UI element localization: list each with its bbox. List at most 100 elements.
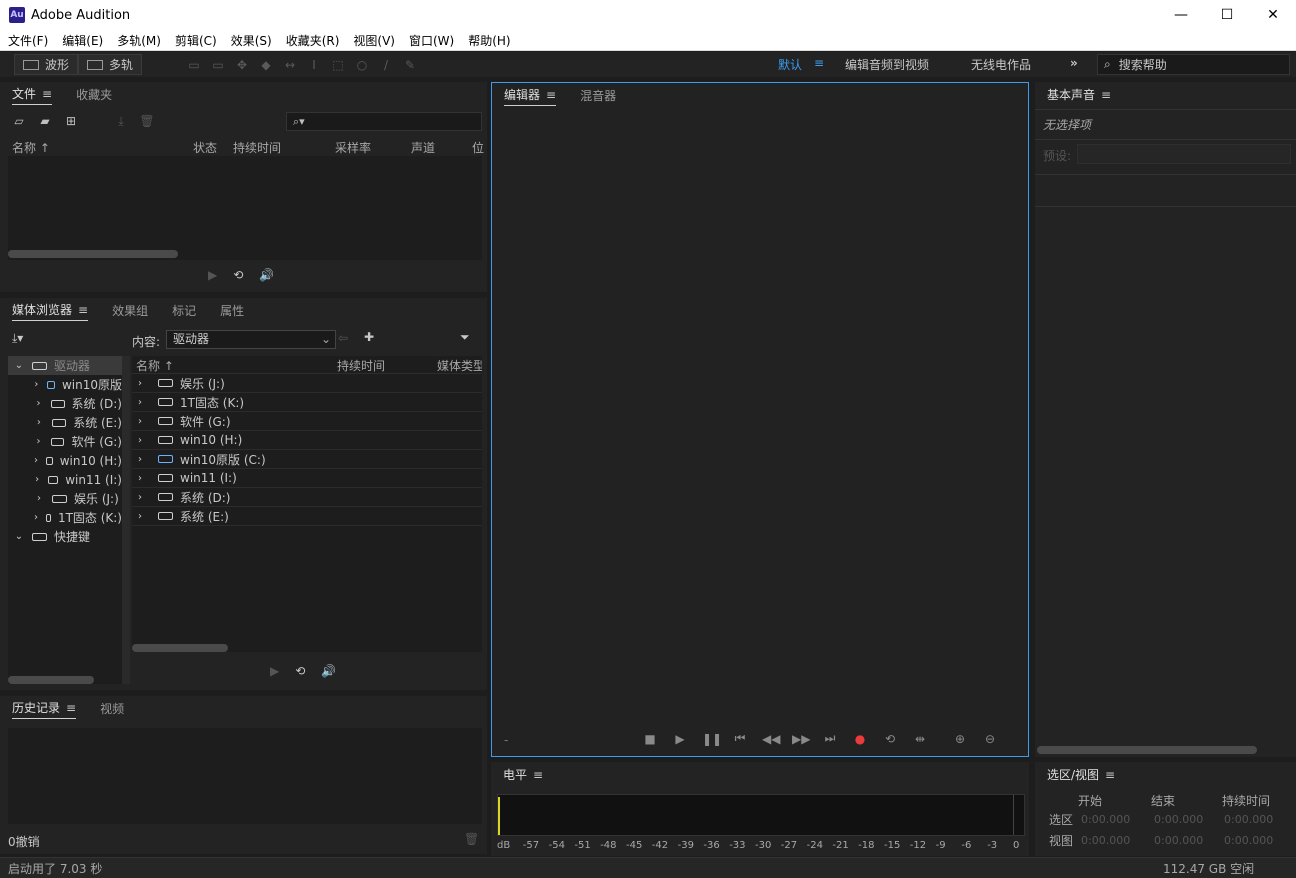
chevron-right-icon[interactable]: › xyxy=(34,455,38,466)
column-channels[interactable]: 声道 xyxy=(411,139,435,156)
close-button[interactable]: ✕ xyxy=(1250,0,1296,30)
tree-item[interactable]: › win10原版 xyxy=(8,375,122,394)
menu-edit[interactable]: 编辑(E) xyxy=(62,32,103,49)
open-file-icon[interactable]: ▱ xyxy=(10,114,28,128)
tree-scrollbar[interactable] xyxy=(8,676,94,684)
drive-tree[interactable]: ⌄ 驱动器 › win10原版 › 系统 (D:) › 系统 (E:) › 软件 (G:) › win… xyxy=(8,356,122,684)
menu-help[interactable]: 帮助(H) xyxy=(468,32,510,49)
essential-sound-scrollbar[interactable] xyxy=(1037,746,1257,754)
razor-tool-icon[interactable]: ◆ xyxy=(258,58,274,72)
tab-editor[interactable]: 编辑器 ≡ xyxy=(504,86,557,106)
panel-menu-icon[interactable]: ≡ xyxy=(42,87,52,101)
spectral-display-icon[interactable]: ▭ xyxy=(186,58,202,72)
tab-levels[interactable]: 电平 ≡ xyxy=(503,766,543,785)
list-item[interactable]: › win11 (I:) xyxy=(132,469,482,488)
selection-duration[interactable]: 0:00.000 xyxy=(1224,813,1273,826)
chevron-right-icon[interactable]: › xyxy=(138,416,148,427)
trash-icon[interactable]: 🗑 xyxy=(464,832,479,846)
content-select[interactable]: 驱动器 ⌄ xyxy=(166,330,336,349)
back-icon[interactable]: ⇦ xyxy=(338,331,348,345)
workspace-menu-icon[interactable]: ≡ xyxy=(814,56,824,70)
list-item[interactable]: › 系统 (E:) xyxy=(132,507,482,526)
waveform-button[interactable]: 波形 xyxy=(14,54,79,75)
chevron-right-icon[interactable]: › xyxy=(34,436,43,447)
auto-play-icon[interactable]: 🔊 xyxy=(321,664,336,678)
loop-icon[interactable]: ⟲ xyxy=(882,732,898,746)
workspace-default[interactable]: 默认 xyxy=(778,56,802,73)
workspace-edit-audio-to-video[interactable]: 编辑音频到视频 xyxy=(845,56,929,73)
time-selection-icon[interactable]: I xyxy=(306,58,322,72)
delete-icon[interactable]: 🗑 xyxy=(138,114,156,128)
zoom-out-icon[interactable]: ⊖ xyxy=(982,732,998,746)
go-to-end-icon[interactable]: ⏭ xyxy=(822,731,838,746)
menu-clip[interactable]: 剪辑(C) xyxy=(175,32,217,49)
auto-play-icon[interactable]: 🔊 xyxy=(259,268,274,282)
drive-list[interactable]: 名称 ↑ 持续时间 媒体类型 › 娱乐 (J:) › 1T固态 (K:) › 软件 (G:… xyxy=(132,356,482,652)
multitrack-button[interactable]: 多轨 xyxy=(78,54,143,75)
list-item[interactable]: › win10原版 (C:) xyxy=(132,450,482,469)
list-item[interactable]: › 系统 (D:) xyxy=(132,488,482,507)
menu-view[interactable]: 视图(V) xyxy=(353,32,395,49)
tree-item[interactable]: › 1T固态 (K:) xyxy=(8,508,122,527)
spot-healing-icon[interactable]: ✎ xyxy=(402,58,418,72)
list-item[interactable]: › 软件 (G:) xyxy=(132,412,482,431)
import-file-icon[interactable]: ▰ xyxy=(36,114,54,128)
panel-menu-icon[interactable]: ≡ xyxy=(1105,768,1115,782)
workspace-more-icon[interactable]: » xyxy=(1070,56,1078,70)
brush-tool-icon[interactable]: / xyxy=(378,58,394,72)
tree-item[interactable]: › 娱乐 (J:) xyxy=(8,489,122,508)
column-media-type[interactable]: 媒体类型 xyxy=(437,357,482,374)
selection-start[interactable]: 0:00.000 xyxy=(1081,813,1130,826)
tree-item[interactable]: › win10 (H:) xyxy=(8,451,122,470)
go-to-start-icon[interactable]: ⏮ xyxy=(732,731,748,746)
tree-item[interactable]: ⌄ 快捷键 xyxy=(8,527,122,546)
tab-essential-sound[interactable]: 基本声音 ≡ xyxy=(1047,86,1111,105)
chevron-right-icon[interactable]: › xyxy=(34,398,43,409)
column-name[interactable]: 名称 ↑ xyxy=(136,357,174,374)
tree-item[interactable]: › win11 (I:) xyxy=(8,470,122,489)
loop-icon[interactable]: ⟲ xyxy=(233,268,243,282)
tree-splitter[interactable] xyxy=(122,356,130,684)
panel-menu-icon[interactable]: ≡ xyxy=(78,303,88,317)
tab-properties[interactable]: 属性 xyxy=(220,302,244,321)
slip-tool-icon[interactable]: ↔ xyxy=(282,58,298,72)
chevron-right-icon[interactable]: › xyxy=(138,397,148,408)
chevron-right-icon[interactable]: › xyxy=(138,492,148,503)
view-end[interactable]: 0:00.000 xyxy=(1154,834,1203,847)
chevron-right-icon[interactable]: › xyxy=(138,435,148,446)
column-duration[interactable]: 持续时间 xyxy=(233,139,281,156)
chevron-down-icon[interactable]: ⌄ xyxy=(14,360,24,371)
panel-menu-icon[interactable]: ≡ xyxy=(546,88,556,102)
column-sample-rate[interactable]: 采样率 xyxy=(335,139,371,156)
workspace-radio-production[interactable]: 无线电作品 xyxy=(971,56,1031,73)
chevron-right-icon[interactable]: › xyxy=(34,493,44,504)
marquee-tool-icon[interactable]: ⬚ xyxy=(330,58,346,72)
view-duration[interactable]: 0:00.000 xyxy=(1224,834,1273,847)
move-tool-icon[interactable]: ✥ xyxy=(234,58,250,72)
import-icon[interactable]: ⤓▾ xyxy=(12,331,23,346)
tree-item[interactable]: › 系统 (D:) xyxy=(8,394,122,413)
panel-menu-icon[interactable]: ≡ xyxy=(533,768,543,782)
search-help-field[interactable]: ⌕ 搜索帮助 xyxy=(1097,54,1290,75)
play-icon[interactable]: ▶ xyxy=(672,732,688,746)
record-icon[interactable]: ● xyxy=(852,732,868,746)
chevron-right-icon[interactable]: › xyxy=(138,473,148,484)
tab-video[interactable]: 视频 xyxy=(100,700,124,719)
pause-icon[interactable]: ❚❚ xyxy=(702,732,722,746)
menu-multitrack[interactable]: 多轨(M) xyxy=(117,32,161,49)
menu-file[interactable]: 文件(F) xyxy=(8,32,48,49)
list-item[interactable]: › win10 (H:) xyxy=(132,431,482,450)
fast-forward-icon[interactable]: ▶▶ xyxy=(792,732,810,746)
minimize-button[interactable]: — xyxy=(1158,0,1204,30)
chevron-right-icon[interactable]: › xyxy=(138,511,148,522)
play-icon[interactable]: ▶ xyxy=(270,664,279,678)
menu-effects[interactable]: 效果(S) xyxy=(231,32,272,49)
tree-item[interactable]: › 系统 (E:) xyxy=(8,413,122,432)
preset-select[interactable] xyxy=(1077,144,1291,164)
selection-end[interactable]: 0:00.000 xyxy=(1154,813,1203,826)
menu-favorites[interactable]: 收藏夹(R) xyxy=(286,32,340,49)
list-item[interactable]: › 娱乐 (J:) xyxy=(132,374,482,393)
pitch-display-icon[interactable]: ▭ xyxy=(210,58,226,72)
tab-mixer[interactable]: 混音器 xyxy=(580,87,616,106)
lasso-tool-icon[interactable]: ○ xyxy=(354,58,370,72)
